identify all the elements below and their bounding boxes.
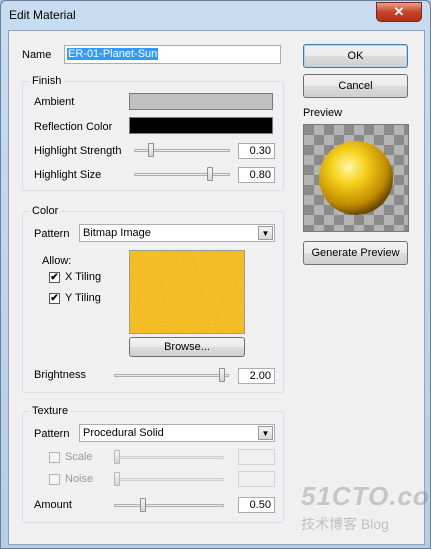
- amount-track[interactable]: [114, 504, 224, 507]
- scale-value: [238, 449, 275, 465]
- brightness-value[interactable]: 2.00: [238, 368, 275, 384]
- highlight-strength-label: Highlight Strength: [34, 145, 122, 157]
- allow-label: Allow:: [42, 255, 72, 267]
- color-pattern-select[interactable]: Bitmap Image ▼: [79, 224, 275, 242]
- ok-button[interactable]: OK: [303, 44, 408, 68]
- chevron-down-icon: ▼: [258, 226, 273, 240]
- reflection-color-swatch[interactable]: [129, 117, 273, 134]
- y-tiling-label: Y Tiling: [65, 292, 101, 304]
- noise-label: Noise: [65, 473, 94, 485]
- close-button[interactable]: ✕: [376, 2, 422, 22]
- highlight-size-value[interactable]: 0.80: [238, 167, 275, 183]
- dialog-body: Name ER-01-Planet-Sun OK Cancel Preview: [8, 30, 425, 545]
- noise-track[interactable]: [114, 478, 224, 481]
- window-title: Edit Material: [9, 8, 76, 22]
- highlight-strength-value[interactable]: 0.30: [238, 143, 275, 159]
- amount-label: Amount: [34, 499, 72, 511]
- amount-thumb[interactable]: [140, 498, 146, 512]
- scale-thumb[interactable]: [114, 450, 120, 464]
- check-icon: ✔: [50, 293, 59, 304]
- finish-title: Finish: [29, 75, 65, 87]
- reflection-color-label: Reflection Color: [34, 121, 113, 133]
- brightness-thumb[interactable]: [219, 368, 225, 382]
- color-pattern-value: Bitmap Image: [83, 227, 151, 239]
- noise-thumb[interactable]: [114, 472, 120, 486]
- texture-pattern-label: Pattern: [34, 428, 70, 440]
- name-label: Name: [22, 49, 52, 61]
- scale-checkbox[interactable]: [49, 452, 60, 463]
- x-tiling-checkbox[interactable]: ✔: [49, 272, 60, 283]
- highlight-size-label: Highlight Size: [34, 169, 102, 181]
- highlight-size-track[interactable]: [134, 173, 230, 176]
- bitmap-texture-image: [130, 251, 244, 333]
- generate-preview-button[interactable]: Generate Preview: [303, 241, 408, 265]
- name-value: ER-01-Planet-Sun: [67, 48, 159, 60]
- x-tiling-label: X Tiling: [65, 271, 102, 283]
- bitmap-thumbnail: [129, 250, 245, 334]
- brightness-track[interactable]: [114, 374, 229, 377]
- cancel-button[interactable]: Cancel: [303, 74, 408, 98]
- title-bar[interactable]: Edit Material ✕: [1, 1, 430, 29]
- brightness-label: Brightness: [34, 369, 86, 381]
- check-icon: ✔: [50, 272, 59, 283]
- texture-pattern-select[interactable]: Procedural Solid ▼: [79, 424, 275, 442]
- scale-track[interactable]: [114, 456, 224, 459]
- scale-label: Scale: [65, 451, 93, 463]
- edit-material-window: Edit Material ✕ Name ER-01-Planet-Sun OK…: [0, 0, 431, 549]
- texture-pattern-value: Procedural Solid: [83, 427, 164, 439]
- preview-label: Preview: [303, 107, 343, 119]
- name-input[interactable]: ER-01-Planet-Sun: [64, 45, 281, 64]
- watermark-subtitle: 技术博客 Blog: [301, 516, 389, 532]
- preview-sphere-render: [304, 125, 408, 231]
- y-tiling-checkbox[interactable]: ✔: [49, 293, 60, 304]
- color-pattern-label: Pattern: [34, 228, 70, 240]
- highlight-strength-thumb[interactable]: [148, 143, 154, 157]
- amount-value[interactable]: 0.50: [238, 497, 275, 513]
- noise-value: [238, 471, 275, 487]
- browse-button[interactable]: Browse...: [129, 337, 245, 357]
- preview-image: [303, 124, 409, 232]
- close-icon: ✕: [393, 4, 405, 19]
- watermark-logo: 51CTO.com: [301, 481, 431, 511]
- chevron-down-icon: ▼: [258, 426, 273, 440]
- texture-title: Texture: [29, 405, 72, 417]
- color-title: Color: [29, 205, 62, 217]
- ambient-label: Ambient: [34, 96, 75, 108]
- ambient-color-swatch[interactable]: [129, 93, 273, 110]
- noise-checkbox[interactable]: [49, 474, 60, 485]
- highlight-size-thumb[interactable]: [207, 167, 213, 181]
